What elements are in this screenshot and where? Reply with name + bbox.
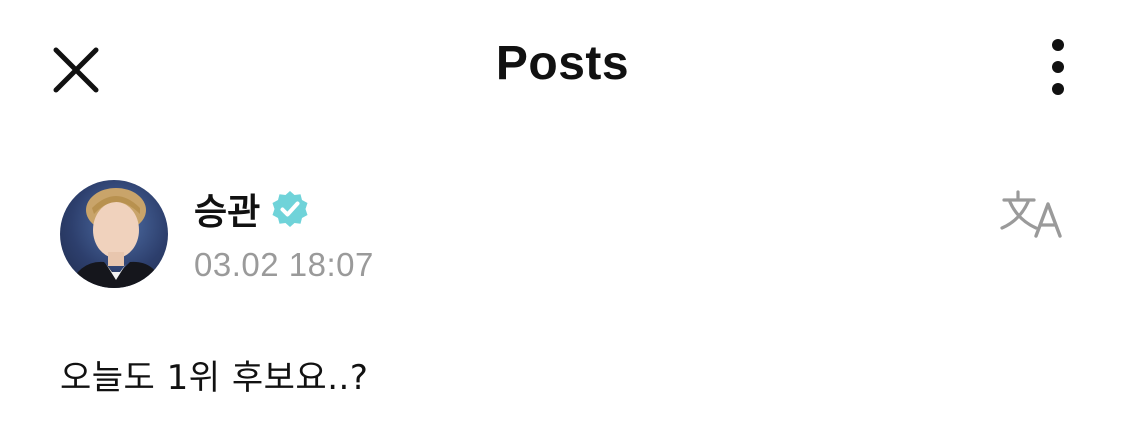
avatar[interactable] [60,180,168,288]
more-options-button[interactable] [1036,34,1080,100]
post-detail-screen: Posts 승관 03.02 18:07 오늘도 1위 후보요..? [0,0,1125,442]
translate-button[interactable] [998,186,1068,242]
translate-icon [1000,190,1062,238]
post-body-text: 오늘도 1위 후보요..? [60,358,369,398]
post-timestamp: 03.02 18:07 [194,246,374,283]
page-title: Posts [495,37,630,90]
top-bar: Posts [0,0,1125,135]
avatar-image [68,188,164,288]
more-vertical-icon [1052,39,1064,95]
author-row: 승관 [194,185,310,233]
author-name[interactable]: 승관 [194,183,260,235]
verified-badge-icon [270,189,310,229]
